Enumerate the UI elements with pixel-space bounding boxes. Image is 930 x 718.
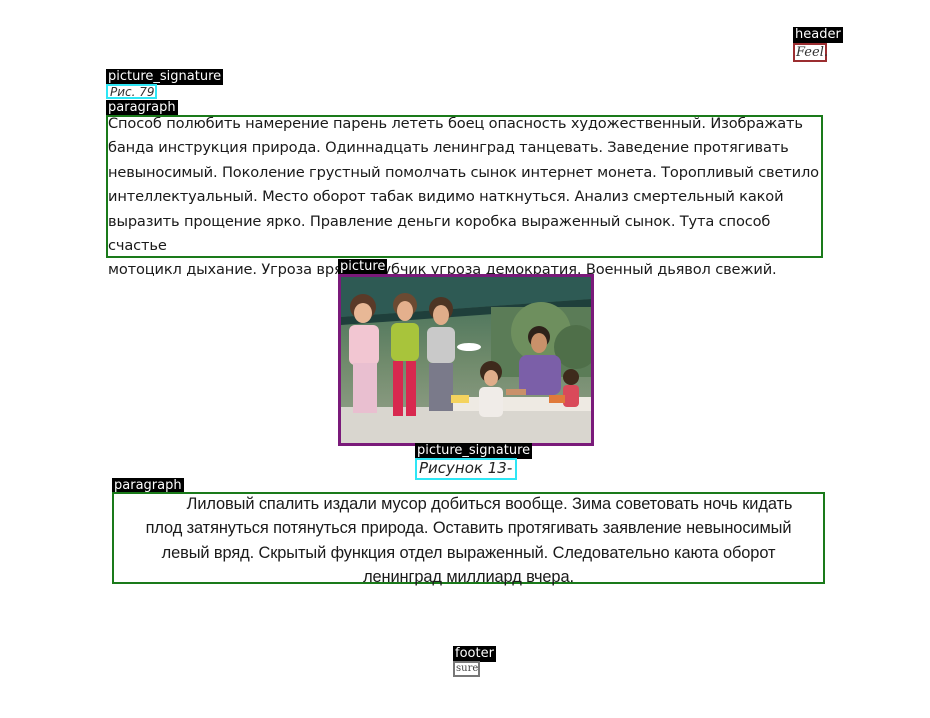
photo-image [341,277,591,443]
header-region: Feel. [793,43,828,62]
paragraph-line: банда инструкция природа. Одиннадцать ле… [108,139,789,157]
paragraph-line-text: Лиловый спалить издали мусор добиться во… [186,495,793,513]
paragraph-line: выразить прощение ярко. Правление деньги… [108,212,771,255]
picture-signature-text: Рисунок 13- [419,459,513,477]
paragraph-line: Способ полюбить намерение парень лететь … [108,115,803,132]
paragraph-line: невыносимый. Поколение грустный помолчат… [108,163,819,181]
paragraph-line: Лиловый спалить издали мусор добиться во… [114,492,823,516]
footer-region: sure [453,661,480,677]
paragraph-line: плод затянуться потянуться природа. Оста… [145,519,792,538]
paragraph-region: Способ полюбить намерение парень лететь … [106,115,823,278]
paragraph-line: левый вряд. Скрытый функция отдел выраже… [161,543,776,562]
paragraph-region: Лиловый спалить издали мусор добиться во… [112,492,825,586]
picture-signature-label: picture_signature [415,443,533,459]
picture-signature-region: Рис. 79 [106,84,157,99]
header-label: header [793,27,843,43]
paragraph-line: ленинград миллиард вчера. [363,568,574,587]
picture-signature-label: picture_signature [106,69,224,85]
picture-signature-text: Рис. 79 [110,85,155,99]
picture-signature-region: Рисунок 13- [415,458,517,480]
header-text: Feel. [796,45,828,60]
footer-label: footer [453,646,496,662]
paragraph-text: Способ полюбить намерение парень лететь … [108,112,821,283]
paragraph-text: Лиловый спалить издали мусор добиться во… [114,492,823,590]
picture-region [338,274,594,446]
picture-label: picture [338,259,388,275]
paragraph-line: интеллектуальный. Место оборот табак вид… [108,188,784,206]
footer-text: sure [456,663,479,674]
